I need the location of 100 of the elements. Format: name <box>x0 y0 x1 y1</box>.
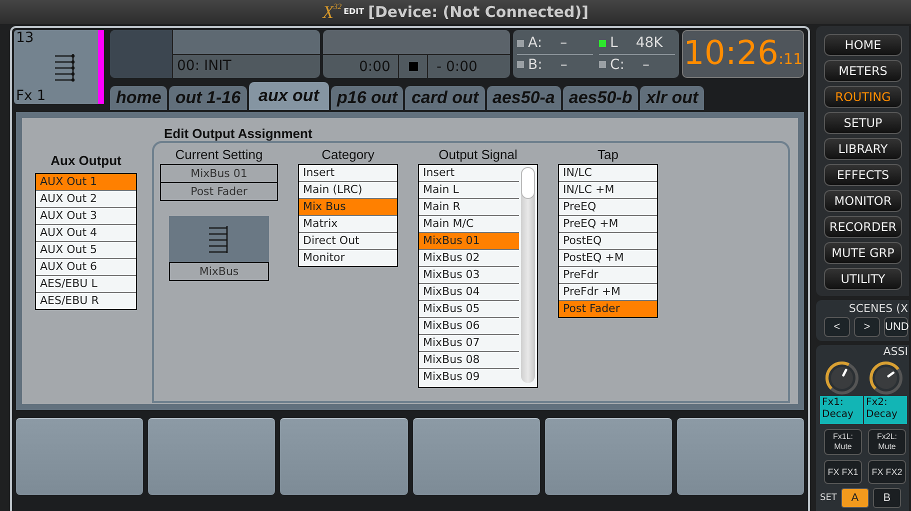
scene-button[interactable]: UND <box>884 317 908 337</box>
list-item[interactable]: MixBus 01 <box>419 233 519 250</box>
list-item[interactable]: Insert <box>299 165 397 182</box>
list-item[interactable]: Post Fader <box>559 301 657 317</box>
tab[interactable]: p16 out <box>330 86 404 110</box>
list-item[interactable]: PreEQ +M <box>559 216 657 233</box>
elapsed-time: 0:00 <box>358 58 392 74</box>
card-label: B: <box>528 56 542 73</box>
list-item[interactable]: MixBus 09 <box>419 369 519 385</box>
scene-button[interactable]: > <box>854 317 880 337</box>
list-item[interactable]: AUX Out 5 <box>36 242 136 259</box>
nav-button[interactable]: LIBRARY <box>824 138 902 160</box>
channel-number: 13 <box>16 30 34 46</box>
list-item[interactable]: Monitor <box>299 250 397 266</box>
channel-strip[interactable]: 13 Fx 1 <box>14 30 104 104</box>
stop-icon[interactable] <box>408 62 418 71</box>
channel-name: Fx 1 <box>16 88 46 104</box>
column-heading: Tap <box>598 147 618 162</box>
scrollbar[interactable] <box>521 167 535 383</box>
nav-button[interactable]: HOME <box>824 34 902 56</box>
list-item[interactable]: MixBus 06 <box>419 318 519 335</box>
knob[interactable] <box>824 360 860 396</box>
list-item[interactable]: AUX Out 1 <box>36 174 136 191</box>
list-item[interactable]: MixBus 08 <box>419 352 519 369</box>
section-title: SCENES (X <box>848 302 909 315</box>
clock-time: 10:26 <box>683 33 778 73</box>
section-title: ASSI <box>882 345 909 358</box>
mute-button[interactable]: Fx1L: Mute <box>824 429 862 455</box>
nav-button[interactable]: RECORDER <box>824 216 902 238</box>
column-heading: Aux Output <box>50 153 122 168</box>
app-logo: X$^{32}$ EDIT <box>322 3 364 21</box>
mute-button[interactable]: Fx2L: Mute <box>868 429 906 455</box>
list-item[interactable]: MixBus 02 <box>419 250 519 267</box>
scene-button[interactable]: < <box>824 317 850 337</box>
list-item[interactable]: MixBus 07 <box>419 335 519 352</box>
list-item[interactable]: IN/LC <box>559 165 657 182</box>
list-item[interactable]: PostEQ <box>559 233 657 250</box>
knob[interactable] <box>868 360 904 396</box>
list-item[interactable]: Insert <box>419 165 519 182</box>
empty-slot[interactable] <box>280 418 408 495</box>
knob-label: Fx1: Decay <box>820 396 863 424</box>
window-title: [Device: (Not Connected)] <box>368 3 588 21</box>
list-item[interactable]: Main L <box>419 182 519 199</box>
list-item[interactable]: Main R <box>419 199 519 216</box>
list-item[interactable]: AES/EBU L <box>36 276 136 293</box>
current-bus-type: MixBus <box>169 262 269 281</box>
tab[interactable]: xlr out <box>640 86 704 110</box>
set-label: SET <box>820 493 837 503</box>
set-button[interactable]: B <box>872 488 901 508</box>
tab[interactable]: aes50-b <box>562 86 638 110</box>
tab[interactable]: aux out <box>248 82 329 110</box>
nav-button[interactable]: MONITOR <box>824 190 902 212</box>
tab[interactable]: out 1-16 <box>169 86 247 110</box>
set-button[interactable]: A <box>840 488 869 508</box>
list-item[interactable]: PreFdr <box>559 267 657 284</box>
list-item[interactable]: MixBus 04 <box>419 284 519 301</box>
empty-slot[interactable] <box>16 418 144 495</box>
list-item[interactable]: IN/LC +M <box>559 182 657 199</box>
list-item[interactable]: AUX Out 6 <box>36 259 136 276</box>
current-signal: MixBus 01 <box>160 164 278 183</box>
list-item[interactable]: Direct Out <box>299 233 397 250</box>
nav-button[interactable]: ROUTING <box>824 86 902 108</box>
nav-button[interactable]: METERS <box>824 60 902 82</box>
column-heading: Category <box>322 147 374 162</box>
remaining-time: - 0:00 <box>435 58 478 74</box>
empty-slot[interactable] <box>412 418 540 495</box>
list-item[interactable]: MixBus 03 <box>419 267 519 284</box>
card-label: C: <box>610 56 624 73</box>
column-heading: Output Signal <box>438 147 518 162</box>
list-item[interactable]: MixBus 05 <box>419 301 519 318</box>
list-item[interactable]: AUX Out 4 <box>36 225 136 242</box>
list-item[interactable]: AES/EBU R <box>36 293 136 309</box>
nav-button[interactable]: EFFECTS <box>824 164 902 186</box>
card-value: – <box>560 35 568 52</box>
list-item[interactable]: PostEQ +M <box>559 250 657 267</box>
bus-icon <box>54 52 76 82</box>
tab[interactable]: aes50-a <box>486 86 561 110</box>
scrollbar-thumb[interactable] <box>521 167 535 199</box>
scene-name: 00: INIT <box>176 57 232 74</box>
tab[interactable]: home <box>110 86 168 110</box>
bus-icon <box>208 224 230 254</box>
nav-button[interactable]: SETUP <box>824 112 902 134</box>
card-label: A: <box>528 35 542 52</box>
list-item[interactable]: AUX Out 3 <box>36 208 136 225</box>
tab[interactable]: card out <box>405 86 484 110</box>
list-item[interactable]: Mix Bus <box>299 199 397 216</box>
list-item[interactable]: PreEQ <box>559 199 657 216</box>
empty-slot[interactable] <box>544 418 672 495</box>
panel-heading: Edit Output Assignment <box>164 126 314 141</box>
nav-button[interactable]: MUTE GRP <box>824 242 902 264</box>
list-item[interactable]: Matrix <box>299 216 397 233</box>
clock-seconds: :11 <box>778 50 803 68</box>
fx-button[interactable]: FX FX2 <box>868 460 906 484</box>
empty-slot[interactable] <box>676 418 804 495</box>
list-item[interactable]: AUX Out 2 <box>36 191 136 208</box>
card-label: L <box>610 35 618 52</box>
empty-slot[interactable] <box>148 418 276 495</box>
fx-button[interactable]: FX FX1 <box>824 460 862 484</box>
nav-button[interactable]: UTILITY <box>824 268 902 290</box>
column-heading: Current Setting <box>175 147 263 162</box>
